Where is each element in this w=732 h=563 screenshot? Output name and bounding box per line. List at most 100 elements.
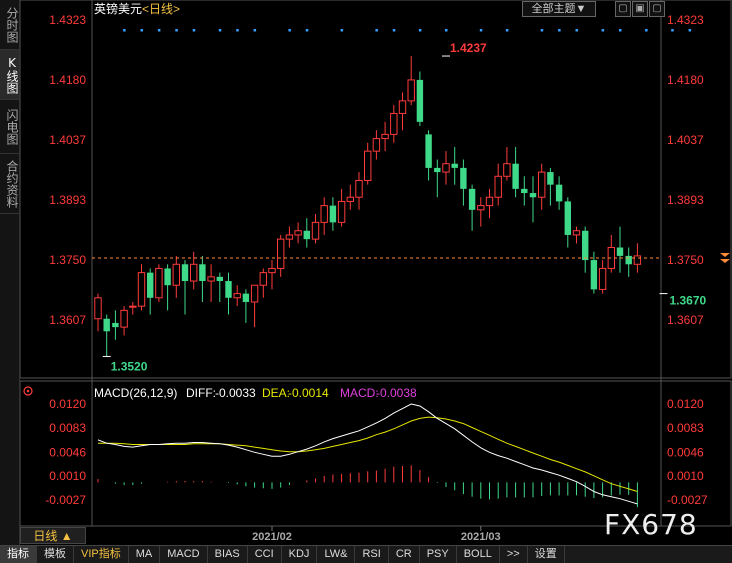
candle-body xyxy=(181,264,189,282)
macd-hist-value: -0.0038 xyxy=(376,386,417,400)
sidebar-tab-timeshare[interactable]: 分时图 xyxy=(0,0,19,50)
candle-body xyxy=(259,272,268,286)
candle-body xyxy=(233,293,241,299)
indicator-tab[interactable]: CCI xyxy=(248,546,282,563)
candle-body xyxy=(242,293,250,302)
candle-body xyxy=(477,205,485,211)
macd-tick-left: 0.0083 xyxy=(49,421,86,435)
candle-body xyxy=(294,230,302,236)
macd-axis-right: 0.0120 0.0083 0.0046 0.0010 -0.0027 xyxy=(667,397,708,507)
indicator-tab[interactable]: RSI xyxy=(355,546,389,563)
event-markers xyxy=(123,29,692,32)
macd-diff-label: DIFF: xyxy=(186,386,216,400)
macd-tick-left: 0.0120 xyxy=(49,397,86,411)
candle-body xyxy=(460,167,467,189)
price-tick-left: 1.3893 xyxy=(49,193,86,207)
candle-body xyxy=(512,163,519,189)
candle-body xyxy=(129,305,137,308)
indicator-tab[interactable]: BOLL xyxy=(457,546,500,563)
candle-body xyxy=(442,163,450,173)
candle-body xyxy=(103,318,110,332)
candle-body xyxy=(172,263,181,286)
macd-tick-right: 0.0083 xyxy=(667,421,704,435)
window-restore-icon[interactable]: ▢ xyxy=(615,1,631,17)
indicator-tab[interactable]: BIAS xyxy=(208,546,248,563)
macd-hist-label: MACD: xyxy=(340,386,379,400)
candle-body xyxy=(225,281,232,298)
candle-body xyxy=(555,184,563,202)
candle-body xyxy=(190,263,198,282)
event-marker xyxy=(253,29,257,32)
candle-body xyxy=(547,172,554,185)
price-tick-left: 1.4180 xyxy=(49,73,86,87)
event-marker xyxy=(288,29,291,32)
indicator-tab[interactable]: LW& xyxy=(317,546,356,563)
indicator-tab[interactable]: VIP指标 xyxy=(74,546,129,563)
sidebar-tab-kline[interactable]: K线图 xyxy=(0,50,19,100)
candle-body xyxy=(137,272,146,307)
indicator-tab[interactable]: KDJ xyxy=(282,546,318,563)
kline-chart[interactable]: 英镑美元 <日线> 1.4323 1.4180 1.4037 1.3893 1.3750… xyxy=(20,0,732,545)
indicator-tab[interactable]: 指标 xyxy=(0,546,37,563)
candle-body xyxy=(268,267,276,274)
candle-body xyxy=(303,230,310,240)
event-marker xyxy=(540,29,544,32)
indicator-settings-icon-dot xyxy=(26,389,30,393)
candle-body xyxy=(329,205,337,223)
indicator-tab[interactable]: 设置 xyxy=(528,546,565,563)
macd-lines xyxy=(97,403,638,505)
event-marker xyxy=(192,29,196,32)
price-tick-right: 1.4037 xyxy=(667,133,704,147)
candle-body xyxy=(582,230,589,261)
candle-body xyxy=(633,255,642,265)
period-title: <日线> xyxy=(142,2,180,16)
event-marker xyxy=(445,29,448,32)
price-tick-left: 1.4037 xyxy=(49,133,86,147)
candle-body xyxy=(398,100,407,114)
macd-tick-left: -0.0027 xyxy=(45,493,86,507)
event-marker xyxy=(375,29,378,32)
candle-body xyxy=(407,79,415,102)
event-marker xyxy=(157,29,161,32)
candle-body xyxy=(598,267,607,290)
candle-body xyxy=(285,234,294,240)
event-marker xyxy=(505,29,509,32)
period-button[interactable]: 日线 ▲ xyxy=(20,527,86,544)
candle-body xyxy=(625,255,632,265)
low-price-label: 1.3520 xyxy=(111,359,148,373)
price-axis-left: 1.4323 1.4180 1.4037 1.3893 1.3750 1.3607 xyxy=(49,13,86,327)
window-tile-icon[interactable]: ▣ xyxy=(632,1,648,17)
event-marker xyxy=(140,29,143,32)
candle-body xyxy=(112,322,119,328)
candle-body xyxy=(616,247,624,256)
macd-tick-left: 0.0046 xyxy=(49,445,86,459)
macd-title: MACD(26,12,9) xyxy=(94,386,177,400)
candle-body xyxy=(381,133,389,140)
event-marker xyxy=(305,29,309,32)
sidebar-tab-flash[interactable]: 闪电图 xyxy=(0,100,19,154)
candle-body xyxy=(434,167,441,173)
macd-axis-left: 0.0120 0.0083 0.0046 0.0010 -0.0027 xyxy=(45,397,86,507)
candle-body xyxy=(416,79,424,122)
event-marker xyxy=(575,29,578,32)
indicator-tab[interactable]: PSY xyxy=(420,546,457,563)
candle-body xyxy=(355,179,363,198)
candle-body xyxy=(277,238,285,269)
window-close-icon[interactable]: ▢ xyxy=(649,1,665,17)
event-marker xyxy=(688,29,692,32)
indicator-tab[interactable]: CR xyxy=(389,546,420,563)
date-axis: 2021/02 2021/03 xyxy=(252,526,501,543)
sidebar-tab-contract[interactable]: 合约资料 xyxy=(0,154,19,214)
indicator-tab[interactable]: 模板 xyxy=(37,546,74,563)
price-tick-left: 1.3607 xyxy=(49,313,86,327)
indicator-tab[interactable]: MA xyxy=(129,546,161,563)
indicator-tab[interactable]: >> xyxy=(500,546,528,563)
theme-dropdown[interactable]: 全部主题▼ xyxy=(522,1,596,17)
event-marker xyxy=(558,29,561,32)
candle-body xyxy=(538,171,546,198)
indicator-tab[interactable]: MACD xyxy=(160,546,208,563)
price-axis-right: 1.4323 1.4180 1.4037 1.3893 1.3750 1.3607 xyxy=(667,13,704,327)
event-marker xyxy=(392,29,396,32)
candle-body xyxy=(425,134,432,168)
event-marker xyxy=(418,29,422,32)
